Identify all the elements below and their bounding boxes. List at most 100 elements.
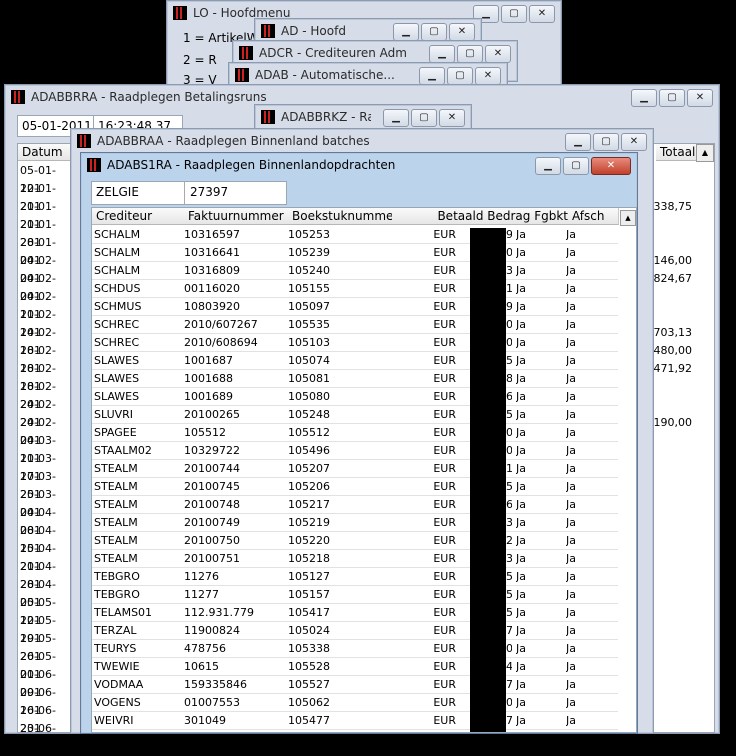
- run-date[interactable]: 12-01-201: [20, 180, 74, 213]
- menu-item[interactable]: 2 = R: [183, 53, 217, 67]
- table-row[interactable]: SCHREC 2010/608694 105103 EUR 0 Ja Ja: [92, 334, 618, 352]
- run-date[interactable]: 21-01-201: [20, 198, 74, 231]
- table-row[interactable]: TEBGRO 11276 105127 EUR 5 Ja Ja: [92, 568, 618, 586]
- opdrachten-table[interactable]: Crediteur Faktuurnummer Boekstuknumme Be…: [91, 207, 637, 733]
- scroll-up-button[interactable]: ▲: [696, 144, 714, 162]
- run-date[interactable]: 08-04-201: [20, 522, 74, 555]
- minimize-button[interactable]: ▁: [393, 23, 419, 41]
- maximize-button[interactable]: ▢: [593, 133, 619, 151]
- close-button[interactable]: ✕: [485, 45, 511, 63]
- run-date[interactable]: 24-02-201: [20, 414, 74, 447]
- close-button[interactable]: ✕: [591, 157, 631, 175]
- run-date[interactable]: 21-01-201: [20, 216, 74, 249]
- run-date[interactable]: 04-02-201: [20, 270, 74, 303]
- run-date[interactable]: 11-03-201: [20, 450, 74, 483]
- close-button[interactable]: ✕: [449, 23, 475, 41]
- maximize-button[interactable]: ▢: [421, 23, 447, 41]
- minimize-button[interactable]: ▁: [429, 45, 455, 63]
- table-row[interactable]: VODMAA 159335846 105527 EUR 7 Ja Ja: [92, 676, 618, 694]
- run-date[interactable]: 17-03-201: [20, 468, 74, 501]
- run-date[interactable]: 18-02-201: [20, 360, 74, 393]
- close-button[interactable]: ✕: [475, 67, 501, 85]
- run-date[interactable]: 04-04-201: [20, 504, 74, 537]
- run-date[interactable]: 26-05-201: [20, 648, 74, 681]
- run-date[interactable]: 01-06-201: [20, 666, 74, 699]
- table-row[interactable]: SLAWES 1001687 105074 EUR 5 Ja Ja: [92, 352, 618, 370]
- run-date[interactable]: 28-01-201: [20, 234, 74, 267]
- run-date[interactable]: 04-02-201: [20, 252, 74, 285]
- table-row[interactable]: SCHALM 10316597 105253 EUR 9 Ja Ja: [92, 226, 618, 244]
- table-cell: 11276: [184, 570, 219, 583]
- run-date[interactable]: 05-01-201: [20, 162, 74, 195]
- table-row[interactable]: TEURYS 478756 105338 EUR 0 Ja Ja: [92, 640, 618, 658]
- run-date[interactable]: 04-02-201: [20, 288, 74, 321]
- run-date[interactable]: 05-05-201: [20, 594, 74, 627]
- maximize-button[interactable]: ▢: [501, 5, 527, 23]
- table-row[interactable]: SLUVRI 20100265 105248 EUR 5 Ja Ja: [92, 406, 618, 424]
- column-header-crediteur[interactable]: Crediteur: [92, 208, 185, 225]
- run-date[interactable]: 18-02-201: [20, 378, 74, 411]
- maximize-button[interactable]: ▢: [457, 45, 483, 63]
- column-header-totaal[interactable]: Totaal: [656, 144, 699, 161]
- close-button[interactable]: ✕: [621, 133, 647, 151]
- run-date[interactable]: 18-02-201: [20, 342, 74, 375]
- scroll-up-button[interactable]: ▲: [620, 210, 636, 226]
- table-row[interactable]: SLAWES 1001689 105080 EUR 6 Ja Ja: [92, 388, 618, 406]
- run-date[interactable]: 09-06-201: [20, 684, 74, 717]
- run-date[interactable]: 25-03-201: [20, 486, 74, 519]
- close-button[interactable]: ✕: [687, 89, 713, 107]
- table-row[interactable]: STEALM 20100748 105217 EUR 6 Ja Ja: [92, 496, 618, 514]
- maximize-icon: ▢: [601, 136, 611, 147]
- run-date[interactable]: 21-04-201: [20, 558, 74, 591]
- run-date[interactable]: 12-05-201: [20, 612, 74, 645]
- run-date[interactable]: 24-02-201: [20, 396, 74, 429]
- window-adabs1ra[interactable]: ADABS1RA - Raadplegen Binnenlandopdracht…: [80, 152, 638, 734]
- run-date[interactable]: 04-03-201: [20, 432, 74, 465]
- table-row[interactable]: STEALM 20100744 105207 EUR 1 Ja Ja: [92, 460, 618, 478]
- minimize-button[interactable]: ▁: [419, 67, 445, 85]
- run-date[interactable]: 15-04-201: [20, 540, 74, 573]
- table-row[interactable]: STEALM 20100745 105206 EUR 5 Ja Ja: [92, 478, 618, 496]
- close-button[interactable]: ✕: [439, 109, 465, 127]
- minimize-button[interactable]: ▁: [565, 133, 591, 151]
- table-row[interactable]: STAALM02 10329722 105496 EUR 0 Ja Ja: [92, 442, 618, 460]
- table-row[interactable]: SPAGEE 105512 105512 EUR 0 Ja Ja: [92, 424, 618, 442]
- table-row[interactable]: TELAMS01 112.931.779 105417 EUR 5 Ja Ja: [92, 604, 618, 622]
- run-date[interactable]: 23-06-201: [20, 720, 74, 753]
- table-row[interactable]: SCHREC 2010/607267 105535 EUR 0 Ja Ja: [92, 316, 618, 334]
- table-row[interactable]: SCHDUS 00116020 105155 EUR 1 Ja Ja: [92, 280, 618, 298]
- run-date[interactable]: 16-06-201: [20, 702, 74, 735]
- table-row[interactable]: TERZAL 11900824 105024 EUR 7 Ja Ja: [92, 622, 618, 640]
- run-date[interactable]: 14-02-201: [20, 324, 74, 357]
- table-row[interactable]: WEIVRI 301049 105477 EUR 7 Ja Ja: [92, 712, 618, 730]
- redaction-bar: [470, 228, 506, 732]
- maximize-button[interactable]: ▢: [659, 89, 685, 107]
- minimize-button[interactable]: ▁: [383, 109, 409, 127]
- run-date[interactable]: 19-05-201: [20, 630, 74, 663]
- maximize-button[interactable]: ▢: [411, 109, 437, 127]
- table-row[interactable]: TWEWIE 10615 105528 EUR 4 Ja Ja: [92, 658, 618, 676]
- table-row[interactable]: TEBGRO 11277 105157 EUR 5 Ja Ja: [92, 586, 618, 604]
- column-header-faktuurnummer[interactable]: Faktuurnummer: [184, 208, 289, 225]
- table-cell: 301049: [184, 714, 226, 727]
- table-row[interactable]: STEALM 20100751 105218 EUR 3 Ja Ja: [92, 550, 618, 568]
- minimize-button[interactable]: ▁: [631, 89, 657, 107]
- column-header-betaald-bedrag-fgbkt[interactable]: Betaald Bedrag Fgbkt: [392, 208, 573, 225]
- maximize-button[interactable]: ▢: [447, 67, 473, 85]
- close-button[interactable]: ✕: [529, 5, 555, 23]
- filter-value[interactable]: 27397: [190, 185, 228, 199]
- run-date[interactable]: 11-02-201: [20, 306, 74, 339]
- table-row[interactable]: SLAWES 1001688 105081 EUR 8 Ja Ja: [92, 370, 618, 388]
- table-row[interactable]: SCHMUS 10803920 105097 EUR 9 Ja Ja: [92, 298, 618, 316]
- column-header-afsch[interactable]: Afsch: [568, 208, 619, 225]
- table-row[interactable]: STEALM 20100750 105220 EUR 2 Ja Ja: [92, 532, 618, 550]
- table-row[interactable]: SCHALM 10316809 105240 EUR 3 Ja Ja: [92, 262, 618, 280]
- column-header-boekstuknummer[interactable]: Boekstuknumme: [288, 208, 393, 225]
- maximize-button[interactable]: ▢: [563, 157, 589, 175]
- table-cell: 10316597: [184, 228, 240, 241]
- minimize-button[interactable]: ▁: [535, 157, 561, 175]
- run-date[interactable]: 28-04-201: [20, 576, 74, 609]
- table-row[interactable]: STEALM 20100749 105219 EUR 3 Ja Ja: [92, 514, 618, 532]
- table-row[interactable]: SCHALM 10316641 105239 EUR 0 Ja Ja: [92, 244, 618, 262]
- table-row[interactable]: VOGENS 01007553 105062 EUR 0 Ja Ja: [92, 694, 618, 712]
